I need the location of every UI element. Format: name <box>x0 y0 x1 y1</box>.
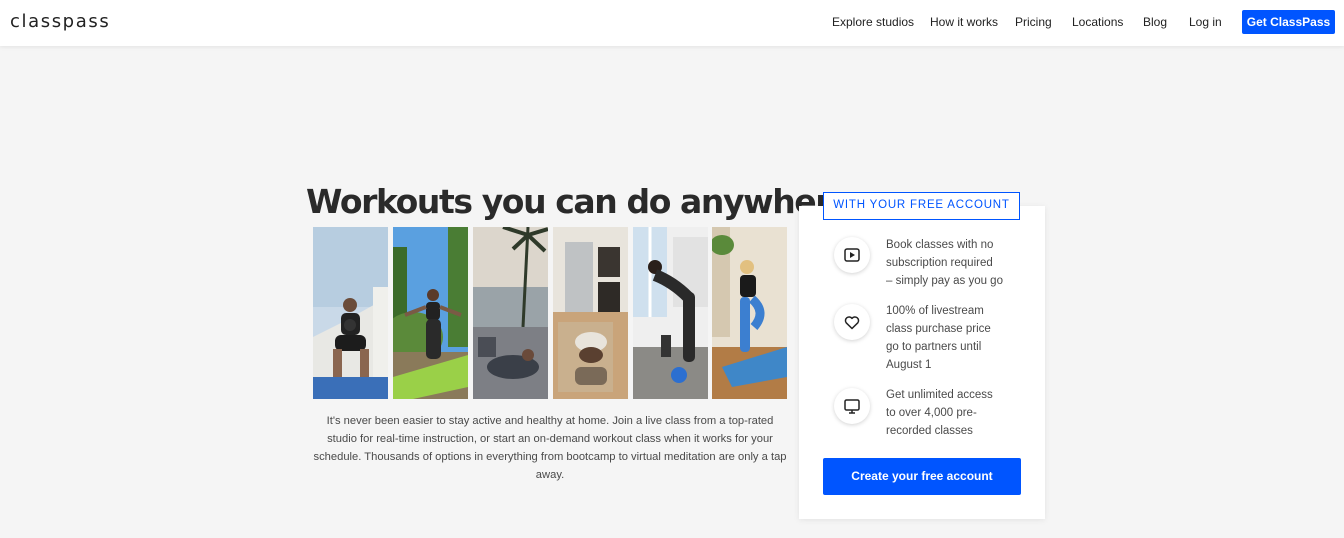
workout-photo-squat-kettlebell <box>313 227 388 399</box>
workout-photo-balance-pose <box>712 227 787 399</box>
nav-explore-studios[interactable]: Explore studios <box>832 15 914 29</box>
feature-text-unlimited-access: Get unlimited access to over 4,000 pre- … <box>886 389 993 437</box>
get-classpass-button[interactable]: Get ClassPass <box>1242 10 1335 34</box>
top-navigation-bar: classpass Explore studios How it works P… <box>0 0 1344 46</box>
hero-description: It's never been easier to stay active an… <box>313 415 787 481</box>
page-title: Workouts you can do anywhere <box>306 182 853 221</box>
heart-icon <box>834 304 870 340</box>
nav-blog[interactable]: Blog <box>1143 15 1167 29</box>
workout-photo-stretch-palms <box>473 227 548 399</box>
workout-photo-dumbbell-row <box>633 227 708 399</box>
nav-log-in[interactable]: Log in <box>1189 15 1222 29</box>
monitor-icon <box>834 388 870 424</box>
feature-text-livestream-partners: 100% of livestream class purchase price … <box>886 305 991 371</box>
play-icon <box>834 237 870 273</box>
free-account-badge: WITH YOUR FREE ACCOUNT <box>823 192 1020 220</box>
workout-photo-floor-stretch-kitchen <box>553 227 628 399</box>
workout-photo-yoga-outdoor <box>393 227 468 399</box>
nav-pricing[interactable]: Pricing <box>1015 15 1052 29</box>
create-free-account-button[interactable]: Create your free account <box>823 458 1021 495</box>
classpass-logo[interactable]: classpass <box>10 11 110 32</box>
feature-text-book-classes: Book classes with no subscription requir… <box>886 239 1003 287</box>
nav-how-it-works[interactable]: How it works <box>930 15 998 29</box>
nav-locations[interactable]: Locations <box>1072 15 1123 29</box>
